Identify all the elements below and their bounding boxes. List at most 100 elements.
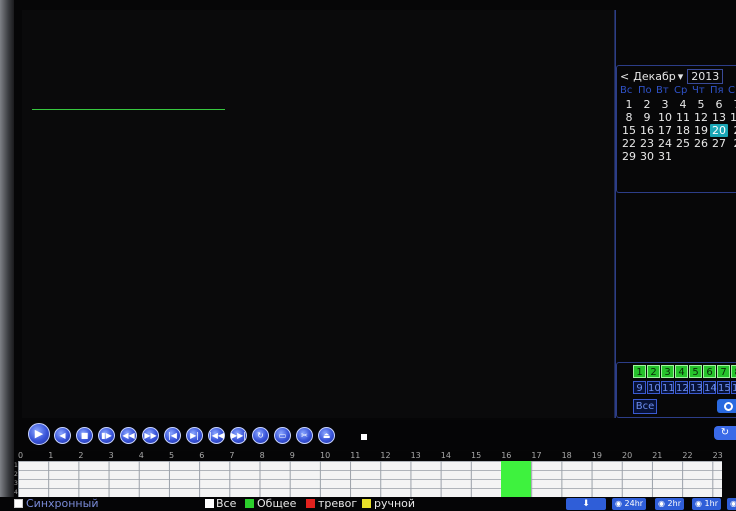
next-frame-icon[interactable]: ▶| <box>186 427 203 444</box>
cut-icon[interactable]: ✂ <box>296 427 313 444</box>
refresh-button[interactable]: ↻ <box>714 426 736 440</box>
calendar-day[interactable]: 2 <box>728 137 736 150</box>
calendar-day[interactable]: 16 <box>638 124 656 137</box>
fast-forward-icon[interactable]: ▶▶ <box>142 427 159 444</box>
calendar-day[interactable]: 25 <box>674 137 692 150</box>
channel-button-6[interactable]: 6 <box>703 365 716 378</box>
channel-button-5[interactable]: 5 <box>689 365 702 378</box>
calendar-day[interactable]: 19 <box>692 124 710 137</box>
backup-icon[interactable]: ⏏ <box>318 427 335 444</box>
video-view[interactable] <box>22 10 615 418</box>
calendar-day[interactable]: 5 <box>692 98 710 111</box>
calendar-day[interactable]: 27 <box>710 137 728 150</box>
search-button[interactable] <box>717 399 736 413</box>
weekday-label: С <box>728 85 735 96</box>
slow-icon[interactable]: ▮▶ <box>98 427 115 444</box>
channel-button-10[interactable]: 10 <box>647 381 661 394</box>
prev-file-icon[interactable]: |◀◀ <box>208 427 225 444</box>
zoom-icon: ◉ <box>658 499 665 508</box>
channel-button-13[interactable]: 13 <box>689 381 703 394</box>
calendar-day[interactable]: 20 <box>710 124 728 137</box>
channel-button-11[interactable]: 11 <box>661 381 675 394</box>
reverse-play-icon[interactable]: ◀ <box>54 427 71 444</box>
timeline-hour-label: 7 <box>229 451 235 460</box>
calendar-day[interactable]: 13 <box>710 111 728 124</box>
timeline-hour-label: 18 <box>561 451 572 460</box>
zoom-2hr-button[interactable]: ◉ 2hr <box>655 498 684 510</box>
channel-button-2[interactable]: 2 <box>647 365 660 378</box>
calendar-day[interactable]: 10 <box>656 111 674 124</box>
recording-block[interactable] <box>501 461 532 497</box>
calendar-day[interactable]: 26 <box>692 137 710 150</box>
timeline-hour-label: 1 <box>48 451 54 460</box>
fullscreen-icon[interactable]: ▭ <box>274 427 291 444</box>
timeline-hour-label: 3 <box>108 451 114 460</box>
calendar-day[interactable]: 18 <box>674 124 692 137</box>
all-type-checkbox[interactable] <box>205 499 214 508</box>
timeline-hour-label: 17 <box>531 451 542 460</box>
calendar-day[interactable]: 17 <box>656 124 674 137</box>
timeline: 0 1 2 3 4 5 6 7 8 9 10 11 12 13 14 15 16 17 18 19 20 21 22 23 1… <box>14 451 723 497</box>
timeline-hour-label: 2 <box>78 451 84 460</box>
channel-selector: 12345678 910111213141516 Все <box>616 362 736 418</box>
calendar-day[interactable]: 2 <box>638 98 656 111</box>
channel-row-1: 12345678 <box>633 365 736 378</box>
calendar-day[interactable]: 9 <box>638 111 656 124</box>
calendar-day[interactable]: 23 <box>638 137 656 150</box>
sync-checkbox[interactable] <box>14 499 23 508</box>
prev-month-icon[interactable]: < <box>620 70 629 83</box>
general-checkbox[interactable] <box>245 499 254 508</box>
calendar-day[interactable]: 7 <box>728 98 736 111</box>
timeline-hour-label: 15 <box>471 451 482 460</box>
channel-button-3[interactable]: 3 <box>661 365 674 378</box>
month-dropdown-icon[interactable]: ▾ <box>678 70 684 83</box>
zoom-24hr-button[interactable]: ◉ 24hr <box>612 498 647 510</box>
all-channels-button[interactable]: Все <box>633 399 657 414</box>
month-select[interactable]: Декабр <box>633 70 676 83</box>
calendar-empty <box>710 150 728 163</box>
calendar-day[interactable]: 8 <box>620 111 638 124</box>
manual-label: ручной <box>374 497 416 510</box>
channel-button-1[interactable]: 1 <box>633 365 646 378</box>
channel-button-7[interactable]: 7 <box>717 365 730 378</box>
zoom-30m-button[interactable]: ◉ 3 <box>727 498 736 510</box>
calendar-day[interactable]: 30 <box>638 150 656 163</box>
channel-button-4[interactable]: 4 <box>675 365 688 378</box>
calendar-day[interactable]: 12 <box>692 111 710 124</box>
rewind-icon[interactable]: ◀◀ <box>120 427 137 444</box>
channel-button-9[interactable]: 9 <box>633 381 646 394</box>
zoom-24hr-label: 24hr <box>624 499 644 508</box>
zoom-icon: ◉ <box>730 499 736 508</box>
stop-icon[interactable]: ■ <box>76 427 93 444</box>
download-button[interactable]: ⬇ <box>566 498 606 510</box>
alarm-checkbox[interactable] <box>306 499 315 508</box>
next-file-icon[interactable]: ▶▶| <box>230 427 247 444</box>
calendar-day[interactable]: 4 <box>674 98 692 111</box>
play-icon[interactable]: ▶ <box>28 423 50 445</box>
calendar-day[interactable]: 1 <box>620 98 638 111</box>
channel-button-16[interactable]: 16 <box>731 381 736 394</box>
calendar-day[interactable]: 29 <box>620 150 638 163</box>
calendar-day[interactable]: 11 <box>674 111 692 124</box>
prev-frame-icon[interactable]: |◀ <box>164 427 181 444</box>
manual-checkbox[interactable] <box>362 499 371 508</box>
zoom-1hr-button[interactable]: ◉ 1hr <box>692 498 721 510</box>
video-line <box>32 109 225 110</box>
year-field[interactable]: 2013 <box>687 69 724 84</box>
calendar-day[interactable]: 24 <box>656 137 674 150</box>
calendar-day[interactable]: 14 <box>728 111 736 124</box>
all-type-label: Все <box>216 497 237 510</box>
calendar-day[interactable]: 22 <box>620 137 638 150</box>
playback-controls: ▶ ◀ ■ ▮▶ ◀◀ ▶▶ |◀ ▶| |◀◀ ▶▶| ↻ ▭ ✂ ⏏ <box>14 420 736 450</box>
calendar-day[interactable]: 31 <box>656 150 674 163</box>
channel-button-12[interactable]: 12 <box>675 381 689 394</box>
calendar-day[interactable]: 15 <box>620 124 638 137</box>
channel-button-15[interactable]: 15 <box>717 381 731 394</box>
timeline-grid[interactable] <box>18 461 722 497</box>
loop-icon[interactable]: ↻ <box>252 427 269 444</box>
calendar-day[interactable]: 2 <box>728 124 736 137</box>
channel-button-8[interactable]: 8 <box>731 365 736 378</box>
calendar-day[interactable]: 6 <box>710 98 728 111</box>
channel-button-14[interactable]: 14 <box>703 381 717 394</box>
calendar-day[interactable]: 3 <box>656 98 674 111</box>
